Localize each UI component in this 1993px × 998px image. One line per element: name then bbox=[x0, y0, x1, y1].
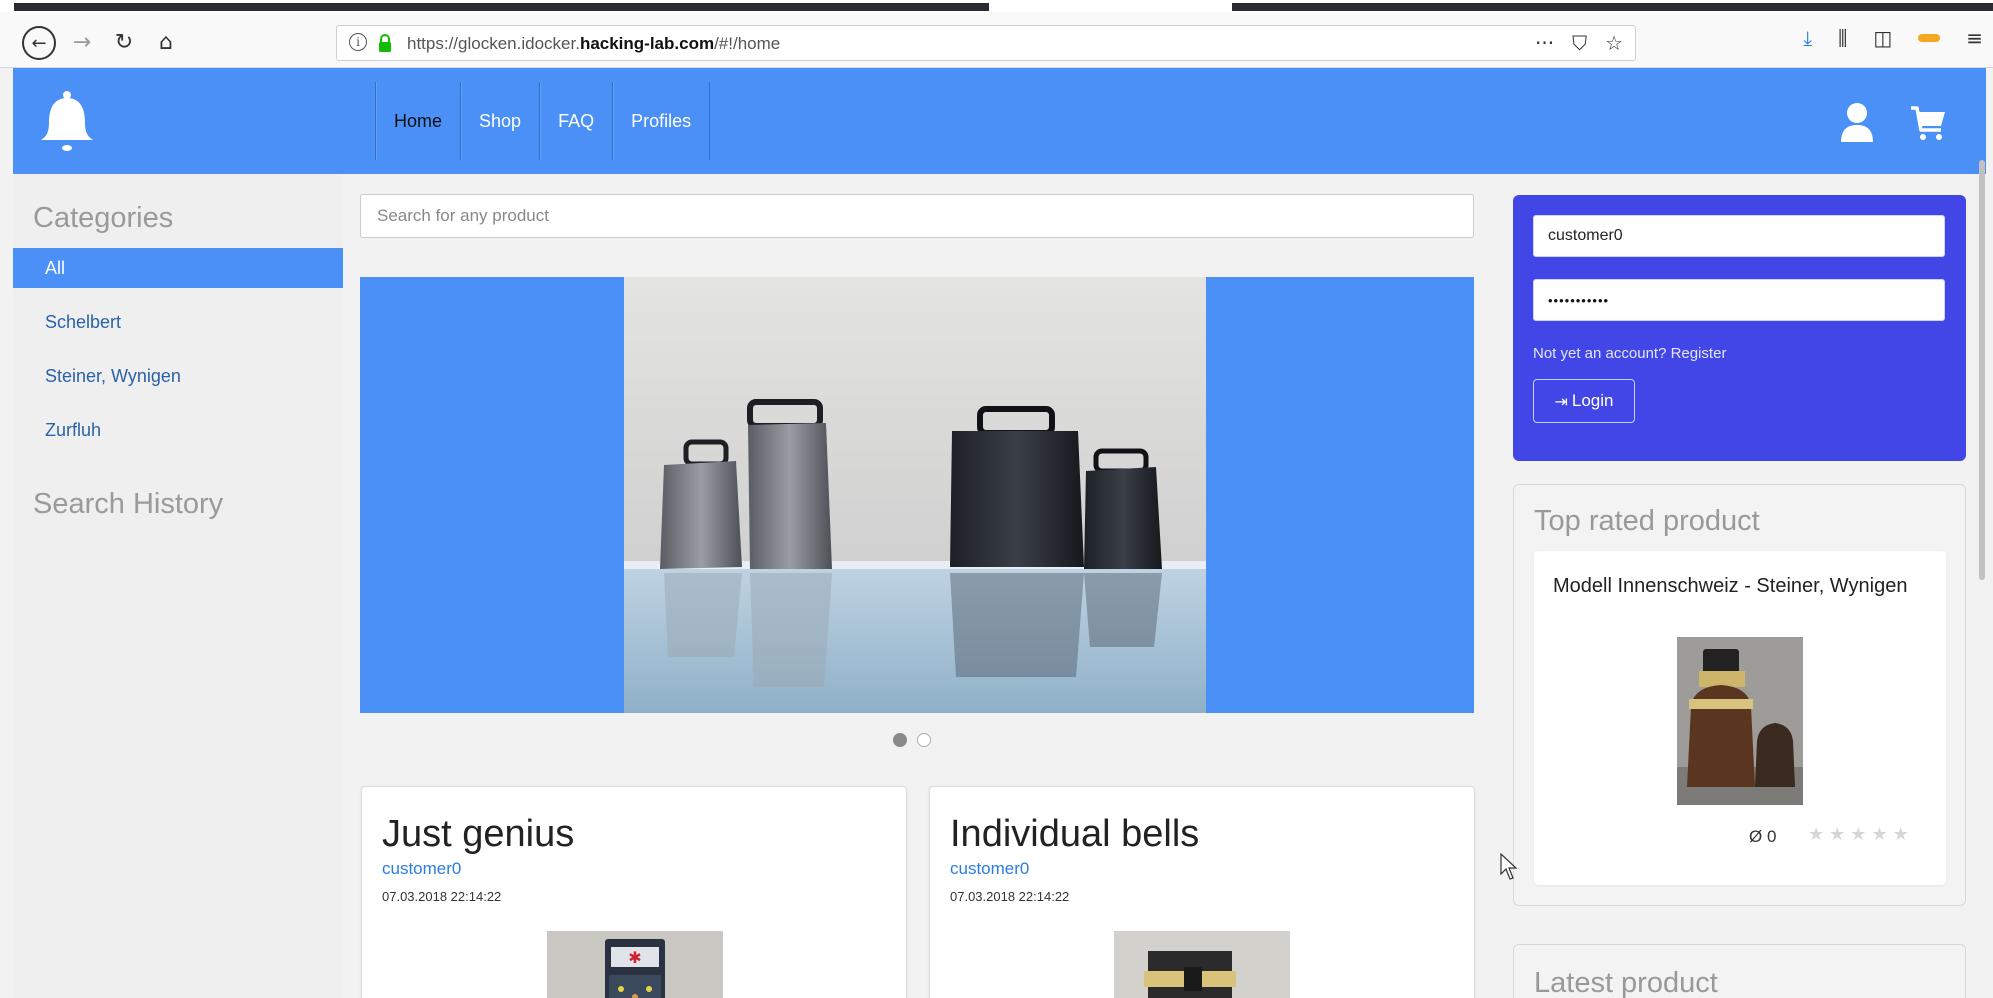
home-button[interactable]: ⌂ bbox=[150, 26, 182, 58]
category-schelbert[interactable]: Schelbert bbox=[13, 302, 343, 342]
categories-heading: Categories bbox=[33, 202, 174, 234]
top-rated-product-name[interactable]: Modell Innenschweiz - Steiner, Wynigen bbox=[1553, 573, 1913, 599]
browser-tab[interactable] bbox=[14, 3, 989, 11]
rating-average: Ø 0 bbox=[1749, 827, 1777, 846]
star-icon[interactable]: ★ bbox=[1850, 824, 1866, 845]
url-suffix: /#!/home bbox=[714, 34, 781, 53]
login-button[interactable]: ⇥ Login bbox=[1533, 379, 1635, 423]
post-image: ✱ bbox=[547, 931, 723, 998]
page-scrollbar[interactable] bbox=[1979, 160, 1987, 998]
login-button-label: Login bbox=[1571, 391, 1614, 410]
nav-profiles[interactable]: Profiles bbox=[612, 82, 711, 160]
category-steiner-wynigen[interactable]: Steiner, Wynigen bbox=[13, 356, 343, 396]
address-bar[interactable]: i https://glocken.idocker.hacking-lab.co… bbox=[336, 25, 1636, 61]
forward-button[interactable]: → bbox=[66, 26, 98, 58]
info-icon[interactable]: i bbox=[349, 33, 367, 51]
scrollbar-thumb[interactable] bbox=[1979, 160, 1985, 580]
carousel-dot-1[interactable] bbox=[893, 733, 907, 747]
top-rated-product-image bbox=[1677, 637, 1803, 805]
arrow-left-icon: ← bbox=[31, 32, 47, 54]
browser-tab[interactable] bbox=[1232, 3, 1993, 11]
url-actions: ··· ⛉ ☆ bbox=[1535, 31, 1623, 55]
svg-text:✱: ✱ bbox=[628, 948, 641, 967]
star-icon[interactable]: ★ bbox=[1871, 824, 1887, 845]
user-icon[interactable] bbox=[1839, 102, 1875, 142]
mouse-cursor-icon bbox=[1500, 853, 1518, 880]
top-rated-product-card[interactable]: Modell Innenschweiz - Steiner, Wynigen Ø… bbox=[1534, 551, 1946, 885]
register-link[interactable]: Not yet an account? Register bbox=[1533, 345, 1726, 362]
post-card[interactable]: Individual bells customer0 07.03.2018 22… bbox=[929, 786, 1475, 998]
username-input[interactable] bbox=[1533, 215, 1945, 257]
rating-stars[interactable]: ★ ★ ★ ★ ★ bbox=[1808, 824, 1909, 845]
post-title[interactable]: Individual bells bbox=[950, 813, 1199, 856]
post-author-link[interactable]: customer0 bbox=[950, 859, 1029, 879]
bell-logo-icon[interactable] bbox=[35, 88, 99, 156]
search-history-heading: Search History bbox=[33, 488, 224, 520]
top-rated-box: Top rated product Modell Innenschweiz - … bbox=[1513, 484, 1966, 906]
main-nav: Home Shop FAQ Profiles bbox=[375, 82, 711, 160]
top-rated-title: Top rated product bbox=[1534, 505, 1760, 537]
star-icon[interactable]: ★ bbox=[1893, 824, 1909, 845]
bookmark-star-icon[interactable]: ☆ bbox=[1605, 31, 1623, 55]
extension-icon[interactable] bbox=[1918, 34, 1941, 42]
url-prefix: https://glocken.idocker. bbox=[407, 34, 580, 53]
nav-home[interactable]: Home bbox=[375, 82, 460, 160]
password-input[interactable] bbox=[1533, 279, 1945, 321]
url-domain: hacking-lab.com bbox=[579, 34, 715, 53]
category-zurfluh[interactable]: Zurfluh bbox=[13, 410, 343, 450]
post-date: 07.03.2018 22:14:22 bbox=[950, 889, 1070, 904]
browser-tab-strip bbox=[0, 0, 1993, 12]
hamburger-menu-icon[interactable]: ≡ bbox=[1966, 26, 1983, 50]
latest-product-title: Latest product bbox=[1534, 967, 1718, 998]
browser-toolbar: ← → ↻ ⌂ i https://glocken.idocker.hackin… bbox=[0, 12, 1993, 68]
post-image bbox=[1114, 931, 1290, 998]
post-date: 07.03.2018 22:14:22 bbox=[382, 889, 502, 904]
pocket-icon[interactable]: ⛉ bbox=[1572, 31, 1587, 55]
toolbar-right: ⤓ ⫼ ◫ ≡ bbox=[1803, 26, 1993, 50]
post-author-link[interactable]: customer0 bbox=[382, 859, 461, 879]
sign-in-icon: ⇥ bbox=[1554, 391, 1568, 411]
reload-icon: ↻ bbox=[114, 29, 134, 55]
carousel-dots bbox=[893, 733, 931, 747]
back-button[interactable]: ← bbox=[22, 26, 56, 60]
nav-faq[interactable]: FAQ bbox=[539, 82, 612, 160]
home-icon: ⌂ bbox=[159, 29, 173, 55]
library-icon[interactable]: ⫼ bbox=[1838, 26, 1847, 50]
lock-icon bbox=[379, 34, 391, 52]
star-icon[interactable]: ★ bbox=[1829, 824, 1845, 845]
product-search-input[interactable] bbox=[360, 194, 1474, 238]
sidebar: Categories All Schelbert Steiner, Wynige… bbox=[13, 174, 343, 998]
carousel[interactable] bbox=[360, 277, 1474, 713]
page-actions-icon[interactable]: ··· bbox=[1535, 31, 1554, 55]
login-panel: Not yet an account? Register ⇥ Login bbox=[1513, 195, 1966, 461]
cart-icon[interactable] bbox=[1909, 102, 1947, 142]
reload-button[interactable]: ↻ bbox=[108, 26, 140, 58]
post-title[interactable]: Just genius bbox=[382, 813, 574, 856]
nav-shop[interactable]: Shop bbox=[460, 82, 539, 160]
site-header: Home Shop FAQ Profiles bbox=[13, 68, 1986, 174]
star-icon[interactable]: ★ bbox=[1808, 824, 1824, 845]
category-all[interactable]: All bbox=[13, 248, 343, 288]
download-icon[interactable]: ⤓ bbox=[1803, 26, 1812, 50]
carousel-dot-2[interactable] bbox=[917, 733, 931, 747]
url-text[interactable]: https://glocken.idocker.hacking-lab.com/… bbox=[407, 34, 780, 54]
post-card[interactable]: Just genius customer0 07.03.2018 22:14:2… bbox=[361, 786, 907, 998]
carousel-slide-image bbox=[624, 277, 1206, 713]
sidebar-icon[interactable]: ◫ bbox=[1873, 26, 1892, 50]
arrow-right-icon: → bbox=[72, 29, 92, 55]
latest-product-box: Latest product bbox=[1513, 944, 1966, 998]
